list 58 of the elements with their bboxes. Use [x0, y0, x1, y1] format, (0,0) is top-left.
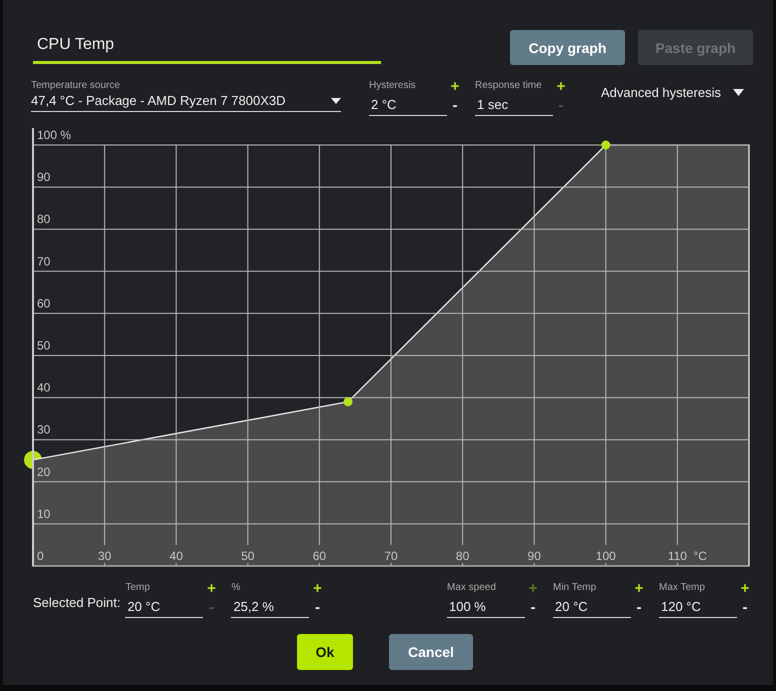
increment-button[interactable]: + — [313, 582, 322, 596]
advanced-hysteresis-dropdown[interactable]: Advanced hysteresis — [601, 85, 744, 100]
x-tick-label: 80 — [456, 549, 470, 563]
curve-point[interactable] — [601, 140, 610, 150]
y-tick-label: 70 — [37, 254, 50, 268]
decrement-button[interactable]: - — [314, 601, 320, 615]
input-field[interactable]: 20 °C — [553, 595, 631, 618]
increment-button[interactable]: + — [740, 582, 750, 596]
cancel-button[interactable]: Cancel — [389, 634, 473, 670]
input-field[interactable]: 20 °C — [125, 595, 204, 618]
decrement-button[interactable]: - — [742, 601, 748, 615]
name-field[interactable]: CPU Temp — [33, 30, 381, 64]
increment-button[interactable]: + — [556, 80, 566, 94]
x-tick-label: 50 — [241, 549, 254, 563]
decrement-button[interactable]: - — [636, 601, 642, 615]
y-tick-label: 20 — [37, 464, 50, 479]
field-label: Temp — [125, 582, 151, 593]
input-field[interactable]: 2 °C — [369, 93, 447, 116]
input-field[interactable]: 25,2 % — [231, 595, 310, 618]
increment-button[interactable]: + — [450, 80, 460, 94]
selected-point-label: Selected Point: — [33, 595, 120, 610]
graph-button[interactable]: Copy graph — [510, 30, 625, 65]
input-field[interactable]: 1 sec — [475, 93, 553, 116]
y-tick-label: 10 — [37, 506, 50, 521]
field-label: Min Temp — [553, 582, 598, 593]
curve-point[interactable] — [344, 397, 353, 406]
field-label: Max Temp — [659, 582, 706, 593]
caret-icon — [331, 98, 341, 104]
field-label: Max speed — [447, 582, 497, 593]
field-label: % — [231, 582, 242, 593]
increment-button[interactable]: + — [634, 582, 644, 596]
x-tick-label: 90 — [528, 549, 541, 563]
x-tick-label: 110 — [668, 549, 687, 563]
source-dropdown[interactable]: 47,4 °C - Package - AMD Ryzen 7 7800X3D — [31, 91, 341, 112]
x-tick-label: 30 — [98, 549, 112, 563]
input-field[interactable]: 120 °C — [659, 595, 737, 618]
y-tick-label: 100 % — [37, 128, 72, 142]
field-label: Hysteresis — [369, 80, 417, 91]
x-tick-label: 40 — [170, 549, 183, 563]
x-tick-label: 60 — [312, 549, 326, 563]
x-tick-label: 100 — [596, 549, 616, 563]
y-tick-label: 0 — [37, 549, 44, 563]
ok-button[interactable]: Ok — [297, 634, 353, 670]
y-tick-label: 80 — [37, 212, 50, 226]
decrement-button[interactable]: - — [530, 601, 536, 615]
field-label: Temperature source — [31, 80, 121, 91]
input-field[interactable]: 100 % — [447, 595, 525, 618]
field-label: Response time — [475, 80, 543, 91]
caret-icon — [732, 89, 744, 96]
y-tick-label: 30 — [37, 422, 50, 437]
x-axis-unit: °C — [693, 549, 707, 563]
y-tick-label: 50 — [37, 338, 50, 352]
x-tick-label: 70 — [384, 549, 398, 563]
y-tick-label: 40 — [37, 380, 50, 395]
increment-button[interactable]: + — [207, 582, 216, 596]
decrement-button[interactable]: - — [452, 99, 458, 113]
y-tick-label: 60 — [37, 296, 50, 310]
y-tick-label: 90 — [37, 170, 50, 184]
